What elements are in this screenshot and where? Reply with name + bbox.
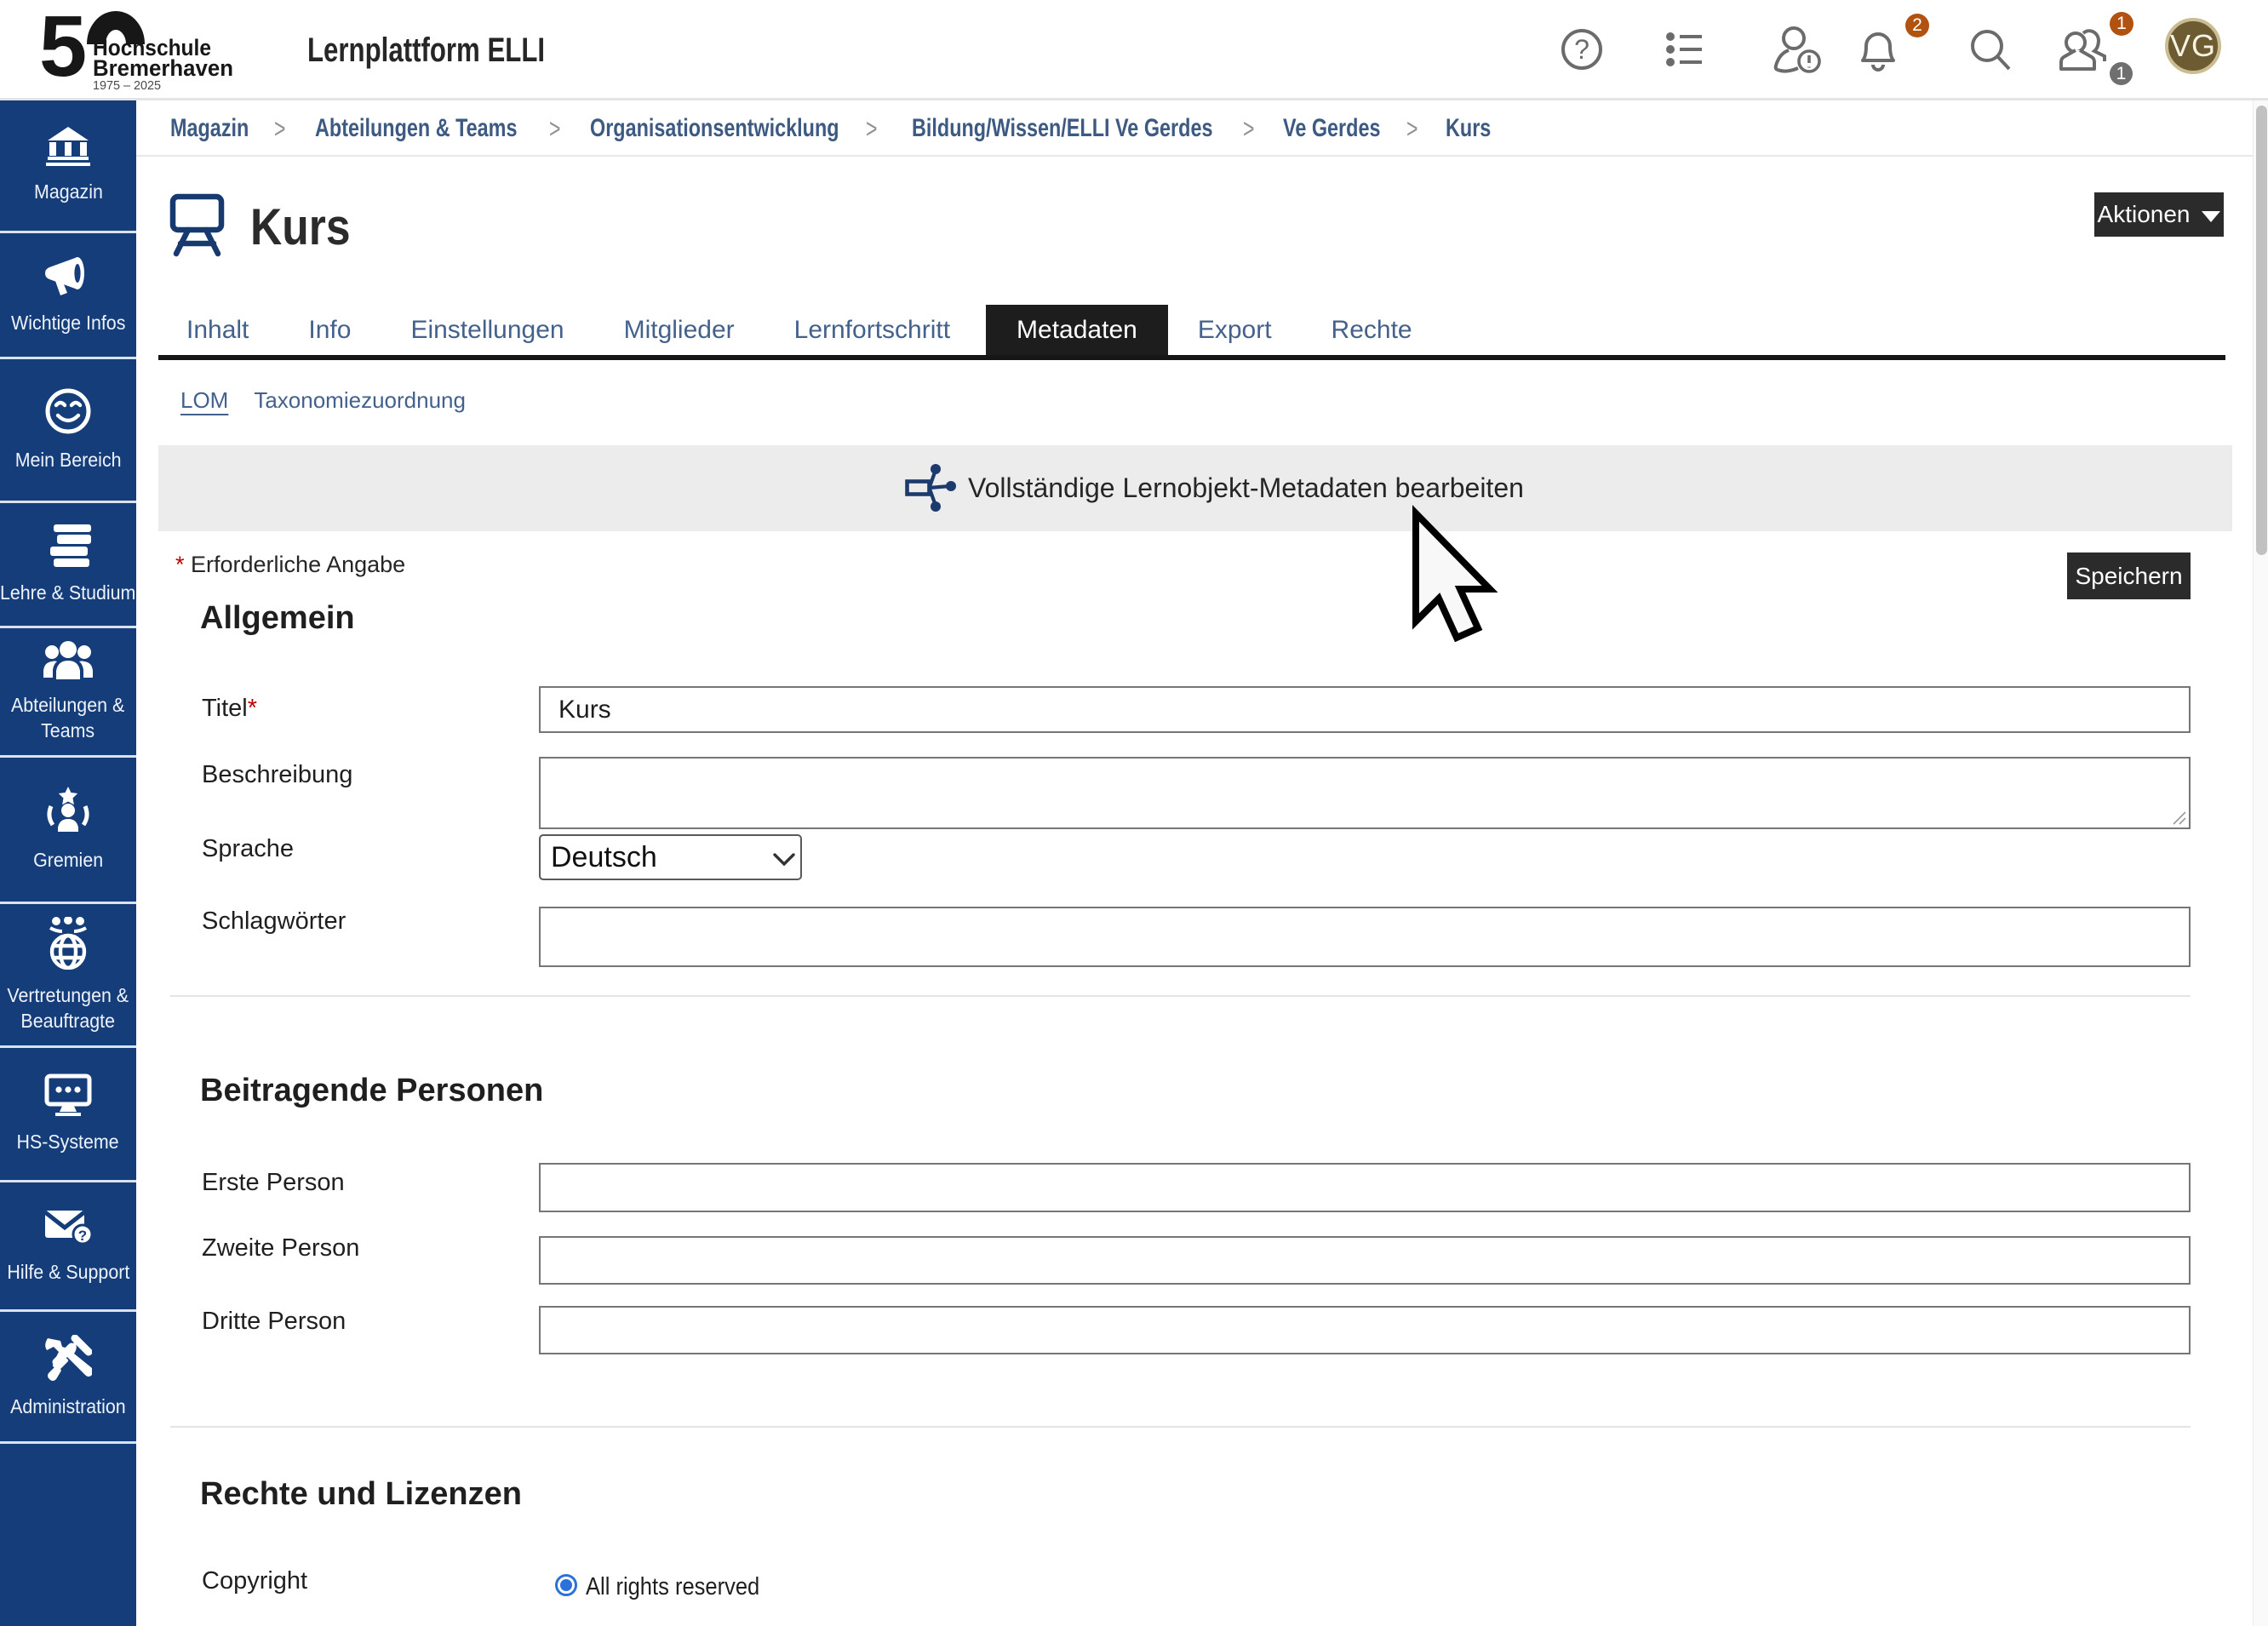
svg-text:?: ? bbox=[78, 1228, 87, 1244]
svg-text:1975 – 2025: 1975 – 2025 bbox=[93, 78, 161, 93]
svg-text:Bremerhaven: Bremerhaven bbox=[93, 55, 233, 81]
svg-text:?: ? bbox=[1574, 34, 1589, 65]
svg-text:5: 5 bbox=[39, 9, 87, 94]
